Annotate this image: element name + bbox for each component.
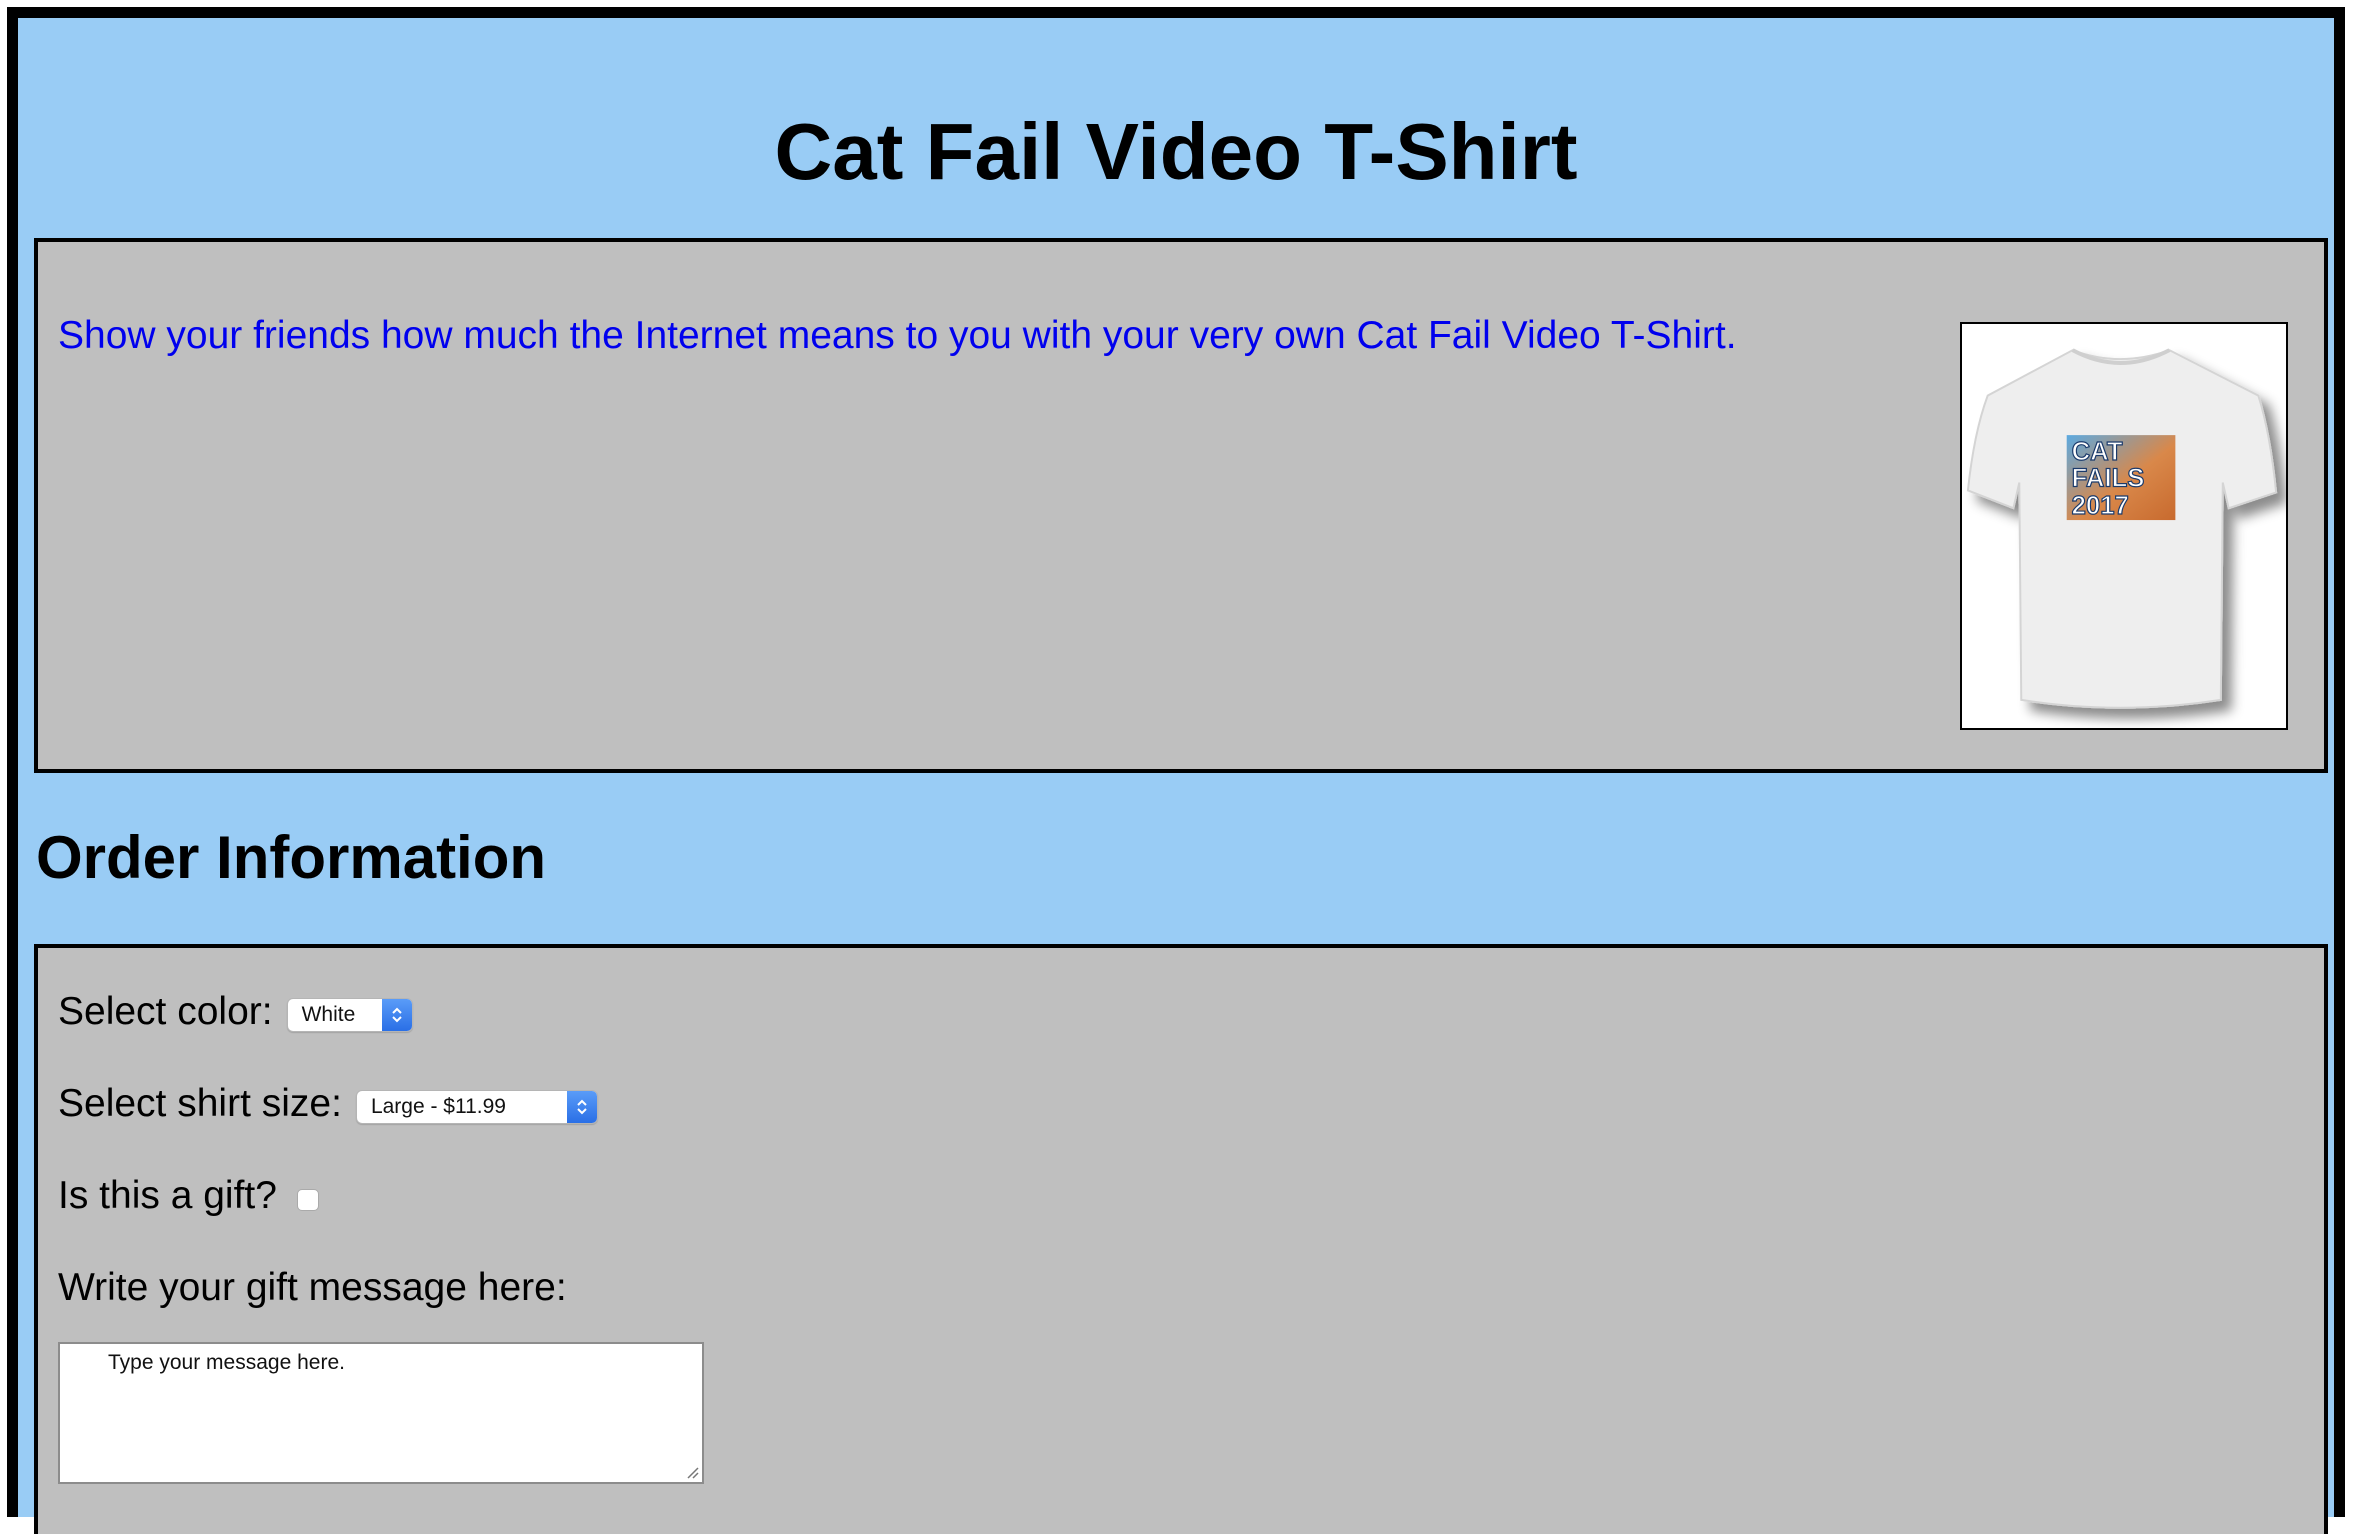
order-information-heading: Order Information — [36, 824, 547, 891]
size-select[interactable]: Large - $11.99 — [355, 1090, 598, 1124]
color-select[interactable]: White — [286, 998, 413, 1032]
page-title: Cat Fail Video T-Shirt — [774, 107, 1578, 196]
size-select-value: Large - $11.99 — [370, 1095, 506, 1118]
product-description: Show your friends how much the Internet … — [58, 314, 1737, 357]
gift-label: Is this a gift? — [58, 1174, 277, 1217]
tshirt-image: CAT FAILS 2017 — [1960, 322, 2288, 730]
color-select-value: White — [301, 1003, 356, 1026]
svg-text:FAILS: FAILS — [2072, 464, 2145, 492]
gift-message-text: Type your message here. — [108, 1351, 345, 1374]
order-form: Select color: White Select shirt size: L… — [34, 944, 2328, 1534]
resize-handle-icon[interactable] — [683, 1463, 699, 1479]
gift-checkbox[interactable] — [296, 1189, 319, 1211]
size-row: Select shirt size: Large - $11.99 — [58, 1080, 598, 1128]
svg-text:CAT: CAT — [2072, 438, 2123, 466]
select-stepper-icon — [566, 1091, 597, 1123]
gift-message-label: Write your gift message here: — [58, 1266, 567, 1309]
tshirt-illustration: CAT FAILS 2017 — [1966, 348, 2278, 709]
select-stepper-icon — [381, 999, 412, 1031]
svg-text:2017: 2017 — [2072, 492, 2129, 520]
message-row: Write your gift message here: — [58, 1264, 567, 1312]
product-description-panel: Show your friends how much the Internet … — [34, 238, 2328, 773]
color-label: Select color: — [58, 990, 273, 1033]
gift-message-textarea[interactable]: Type your message here. — [58, 1342, 704, 1484]
page-container: Cat Fail Video T-Shirt Show your friends… — [7, 7, 2345, 1534]
size-label: Select shirt size: — [58, 1082, 342, 1125]
gift-row: Is this a gift? — [58, 1172, 319, 1220]
color-row: Select color: White — [58, 988, 413, 1036]
